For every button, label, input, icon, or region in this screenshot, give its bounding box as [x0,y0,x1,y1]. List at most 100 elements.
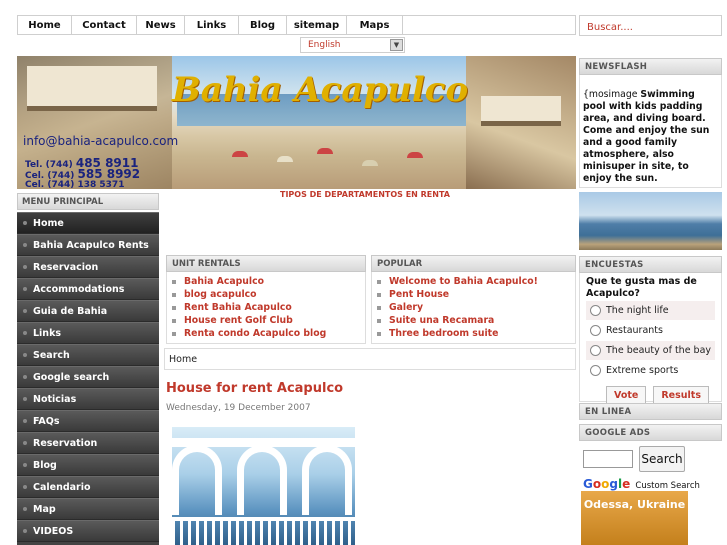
list-item[interactable]: Pent House [375,288,572,301]
bullet-icon [23,441,27,445]
top-navigation: Home Contact News Links Blog sitemap Map… [17,15,576,35]
photo-arch [172,445,222,515]
list-item[interactable]: Bahia Acapulco [170,275,362,288]
menu-item-label: Guia de Bahia [33,305,108,317]
nav-links[interactable]: Links [185,16,239,34]
poll-question: Que te gusta mas de Acapulco? [586,276,697,299]
list-item-link[interactable]: Renta condo Acapulco blog [184,328,326,339]
search-input[interactable]: Buscar.... [579,15,722,36]
ad-banner[interactable]: Odessa, Ukraine [581,491,688,545]
list-item-link[interactable]: Bahia Acapulco [184,276,264,287]
article-photo [172,427,355,545]
poll-option-label: Restaurants [606,325,663,336]
menu-item-label: Reservation [33,437,98,449]
bullet-icon [23,529,27,533]
bullet-icon [377,305,381,310]
poll-option[interactable]: The night life [586,301,715,320]
menu-item-reservacion[interactable]: Reservacion [17,256,159,278]
list-item[interactable]: House rent Golf Club [170,314,362,327]
menu-item-map[interactable]: Map [17,498,159,520]
list-item-link[interactable]: Three bedroom suite [389,328,498,339]
menu-item-noticias[interactable]: Noticias [17,388,159,410]
radio-icon[interactable] [590,325,601,336]
breadcrumb[interactable]: Home [164,348,576,370]
popular-list: Welcome to Bahia Acapulco! Pent House Ga… [371,272,576,344]
list-item[interactable]: Rent Bahia Acapulco [170,301,362,314]
bullet-icon [23,265,27,269]
menu-item-home[interactable]: Home [17,212,159,234]
language-selected: English [308,40,341,50]
menu-item-reservation[interactable]: Reservation [17,432,159,454]
list-item-link[interactable]: Rent Bahia Acapulco [184,302,292,313]
header-banner: Bahia Acapulco info@bahia-acapulco.com T… [17,56,576,189]
menu-item-label: Map [33,503,56,515]
bullet-icon [23,243,27,247]
menu-item-calendario[interactable]: Calendario [17,476,159,498]
bullet-icon [23,287,27,291]
chevron-down-icon[interactable]: ▼ [390,39,403,51]
google-logo: Google Custom Search [583,477,700,491]
list-item[interactable]: Welcome to Bahia Acapulco! [375,275,572,288]
menu-item-videos[interactable]: VIDEOS [17,520,159,542]
radio-icon[interactable] [590,305,601,316]
ad-text: Odessa, Ukraine [583,498,686,511]
nav-contact[interactable]: Contact [72,16,137,34]
newsflash-prefix: {mosimage [583,89,641,100]
menu-item-label: Google search [33,371,110,383]
list-item[interactable]: Three bedroom suite [375,327,572,340]
list-item[interactable]: blog acapulco [170,288,362,301]
poll-option[interactable]: The beauty of the bay [586,341,715,360]
banner-email: info@bahia-acapulco.com [23,134,179,148]
menu-item-accommodations[interactable]: Accommodations [17,278,159,300]
bullet-icon [172,279,176,284]
phone3: Cel. (744) 138 5371 [25,180,125,190]
list-item-link[interactable]: Pent House [389,289,449,300]
language-select[interactable]: English ▼ [300,37,405,53]
bullet-icon [23,397,27,401]
menu-item-faqs[interactable]: FAQs [17,410,159,432]
photo-arch [302,445,352,515]
menu-item-rents[interactable]: Bahia Acapulco Rents [17,234,159,256]
poll-option[interactable]: Restaurants [586,321,715,340]
list-item[interactable]: Renta condo Acapulco blog [170,327,362,340]
umbrella-icon [277,156,293,162]
list-item[interactable]: Galery [375,301,572,314]
menu-item-label: Reservacion [33,261,99,273]
menu-item-links[interactable]: Links [17,322,159,344]
menu-item-google-search[interactable]: Google search [17,366,159,388]
list-item[interactable]: Suite una Recamara [375,314,572,327]
menu-item-blog[interactable]: Blog [17,454,159,476]
poll-option-label: Extreme sports [606,365,679,376]
banner-phones: Tel. (744) 485 8911 Cel. (744) 585 8992 … [25,157,140,190]
list-item-link[interactable]: Galery [389,302,423,313]
google-search-button[interactable]: Search [639,446,685,472]
radio-icon[interactable] [590,345,601,356]
google-logo-letter: e [622,477,631,491]
menu-item-guia[interactable]: Guia de Bahia [17,300,159,322]
bullet-icon [377,331,381,336]
online-header: EN LINEA [579,403,722,420]
nav-news[interactable]: News [137,16,185,34]
nav-sitemap[interactable]: sitemap [287,16,347,34]
list-item-link[interactable]: blog acapulco [184,289,257,300]
nav-blog[interactable]: Blog [239,16,287,34]
menu-item-search[interactable]: Search [17,344,159,366]
bullet-icon [377,318,381,323]
umbrella-icon [362,160,378,166]
poll-option-label: The night life [606,305,669,316]
bullet-icon [172,305,176,310]
poll-option[interactable]: Extreme sports [586,361,715,380]
radio-icon[interactable] [590,365,601,376]
menu-item-label: Bahia Acapulco Rents [33,239,149,251]
menu-item-label: Accommodations [33,283,125,295]
main-menu-header: MENU PRINCIPAL [17,193,159,210]
menu-item-label: FAQs [33,415,60,427]
nav-maps[interactable]: Maps [347,16,403,34]
article-title[interactable]: House for rent Acapulco [166,381,343,396]
list-item-link[interactable]: Suite una Recamara [389,315,494,326]
list-item-link[interactable]: House rent Golf Club [184,315,293,326]
nav-home[interactable]: Home [18,16,72,34]
list-item-link[interactable]: Welcome to Bahia Acapulco! [389,276,538,287]
main-menu: Home Bahia Acapulco Rents Reservacion Ac… [17,212,159,545]
google-search-input[interactable] [583,450,633,468]
